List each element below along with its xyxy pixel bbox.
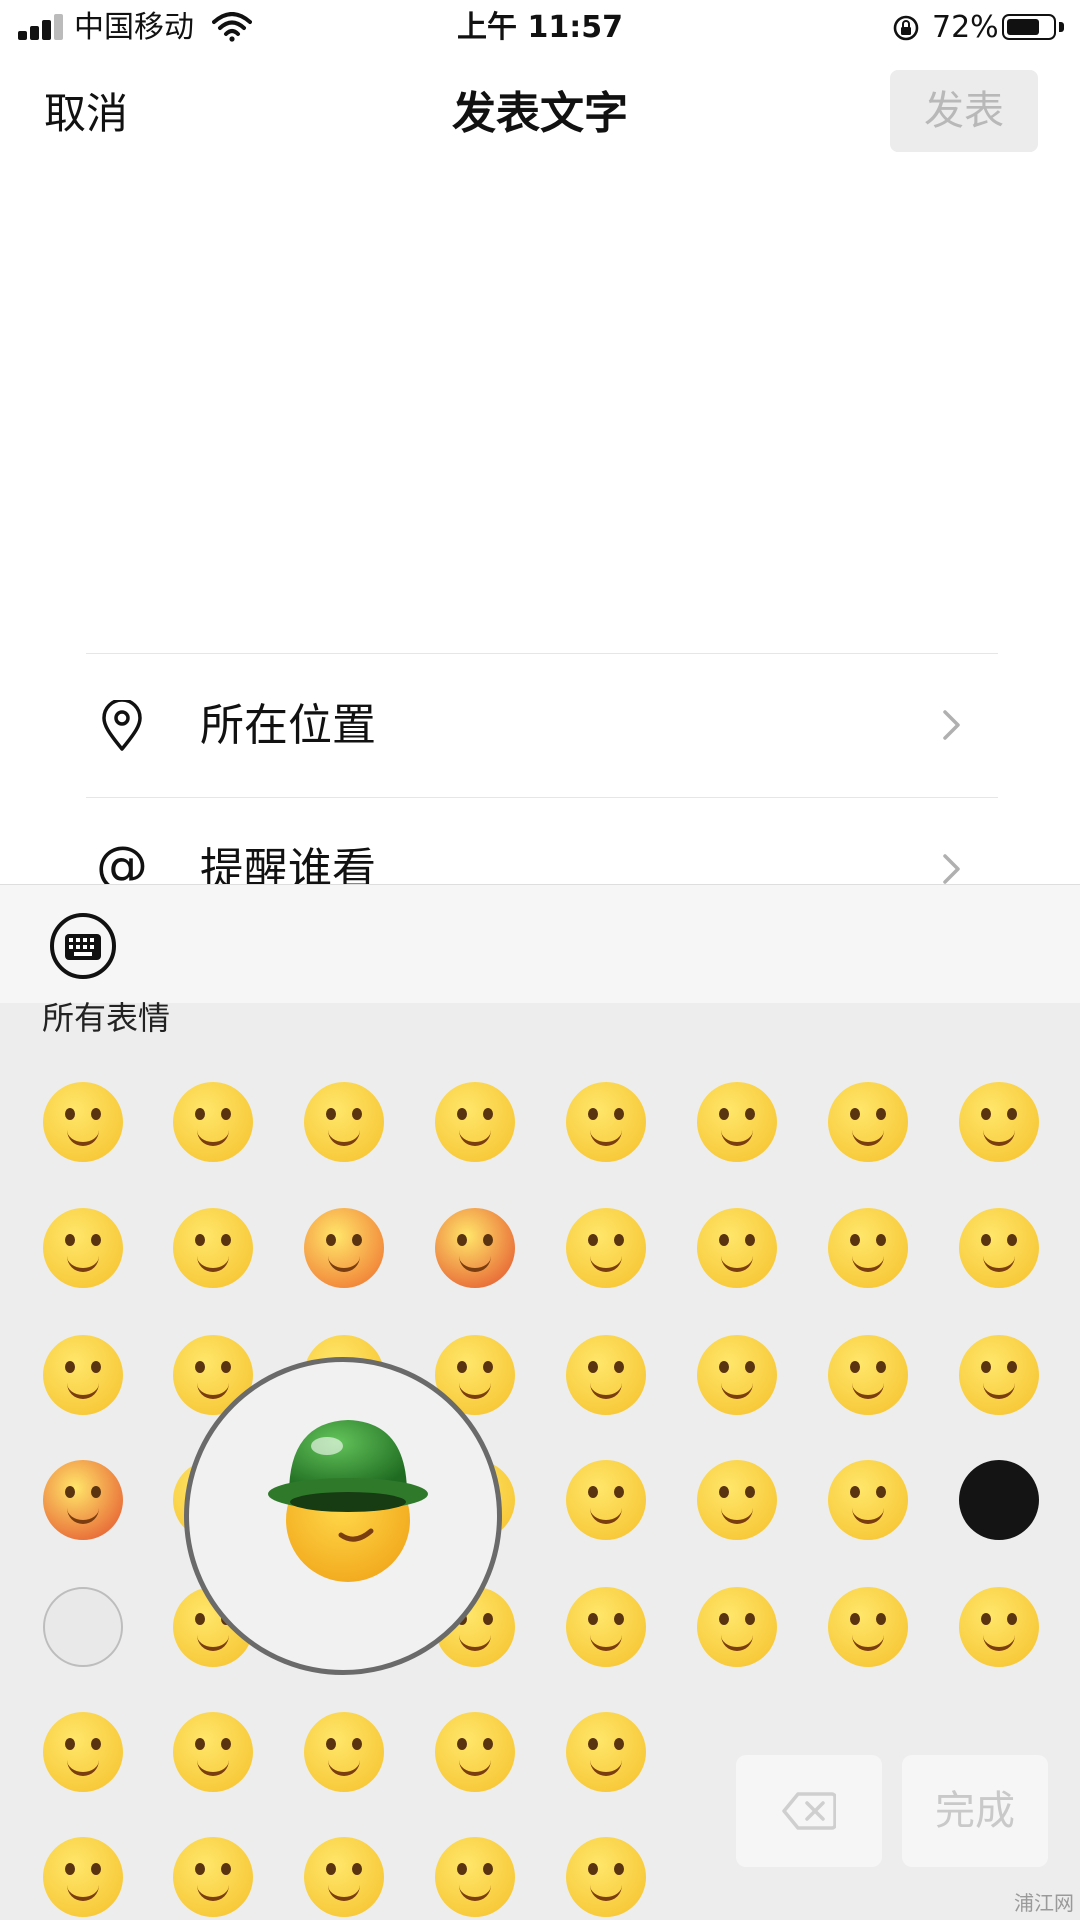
emoji-face[interactable] bbox=[304, 1082, 384, 1162]
emoji-face[interactable] bbox=[43, 1712, 123, 1792]
green-helmet-emoji bbox=[268, 1420, 428, 1582]
emoji-face[interactable] bbox=[959, 1208, 1039, 1288]
keyboard-icon[interactable] bbox=[48, 911, 118, 981]
emoji-face[interactable] bbox=[697, 1082, 777, 1162]
delete-button[interactable] bbox=[736, 1755, 882, 1867]
emoji-face[interactable] bbox=[435, 1082, 515, 1162]
battery-icon bbox=[1002, 14, 1056, 40]
emoji-face[interactable] bbox=[959, 1335, 1039, 1415]
done-button[interactable]: 完成 bbox=[902, 1755, 1048, 1867]
chevron-right-icon bbox=[943, 710, 960, 740]
emoji-face[interactable] bbox=[435, 1837, 515, 1917]
chevron-right-icon bbox=[943, 854, 960, 884]
emoji-section-title: 所有表情 bbox=[42, 999, 171, 1037]
location-label: 所在位置 bbox=[200, 700, 376, 751]
location-row[interactable]: 所在位置 bbox=[86, 654, 998, 796]
emoji-toolbar bbox=[0, 884, 1080, 1003]
black-face-emoji[interactable] bbox=[959, 1460, 1039, 1540]
emoji-face[interactable] bbox=[173, 1208, 253, 1288]
emoji-face[interactable] bbox=[43, 1335, 123, 1415]
emoji-face[interactable] bbox=[566, 1587, 646, 1667]
emoji-face[interactable] bbox=[828, 1082, 908, 1162]
status-bar: 中国移动 上午 11:57 72% bbox=[0, 0, 1080, 60]
emoji-face[interactable] bbox=[435, 1208, 515, 1288]
emoji-face[interactable] bbox=[697, 1208, 777, 1288]
emoji-face[interactable] bbox=[828, 1208, 908, 1288]
post-text-input[interactable] bbox=[44, 170, 1036, 630]
emoji-face[interactable] bbox=[566, 1460, 646, 1540]
battery-nub bbox=[1059, 22, 1064, 32]
emoji-face[interactable] bbox=[828, 1335, 908, 1415]
emoji-face[interactable] bbox=[304, 1837, 384, 1917]
emoji-face[interactable] bbox=[173, 1082, 253, 1162]
emoji-face[interactable] bbox=[435, 1712, 515, 1792]
emoji-face[interactable] bbox=[828, 1587, 908, 1667]
emoji-face[interactable] bbox=[566, 1208, 646, 1288]
emoji-face[interactable] bbox=[43, 1208, 123, 1288]
emoji-face[interactable] bbox=[959, 1082, 1039, 1162]
emoji-face[interactable] bbox=[304, 1712, 384, 1792]
location-pin-icon bbox=[102, 700, 142, 751]
emoji-face[interactable] bbox=[566, 1082, 646, 1162]
emoji-face[interactable] bbox=[43, 1082, 123, 1162]
emoji-magnifier bbox=[184, 1357, 502, 1675]
emoji-face[interactable] bbox=[697, 1460, 777, 1540]
emoji-face[interactable] bbox=[304, 1208, 384, 1288]
backspace-icon bbox=[782, 1792, 836, 1830]
emoji-face[interactable] bbox=[959, 1587, 1039, 1667]
skull-emoji[interactable] bbox=[43, 1587, 123, 1667]
emoji-face[interactable] bbox=[173, 1712, 253, 1792]
emoji-face[interactable] bbox=[566, 1335, 646, 1415]
emoji-face[interactable] bbox=[697, 1587, 777, 1667]
emoji-face[interactable] bbox=[828, 1460, 908, 1540]
publish-button[interactable]: 发表 bbox=[890, 70, 1038, 152]
emoji-face[interactable] bbox=[43, 1460, 123, 1540]
battery-percent: 72% bbox=[932, 10, 999, 45]
emoji-face[interactable] bbox=[566, 1837, 646, 1917]
emoji-face[interactable] bbox=[697, 1335, 777, 1415]
emoji-face[interactable] bbox=[173, 1837, 253, 1917]
emoji-face[interactable] bbox=[43, 1837, 123, 1917]
nav-bar: 取消 发表文字 发表 bbox=[0, 60, 1080, 160]
emoji-face[interactable] bbox=[566, 1712, 646, 1792]
rotation-lock-icon bbox=[893, 15, 919, 41]
watermark: 浦江网 bbox=[1014, 1891, 1074, 1915]
